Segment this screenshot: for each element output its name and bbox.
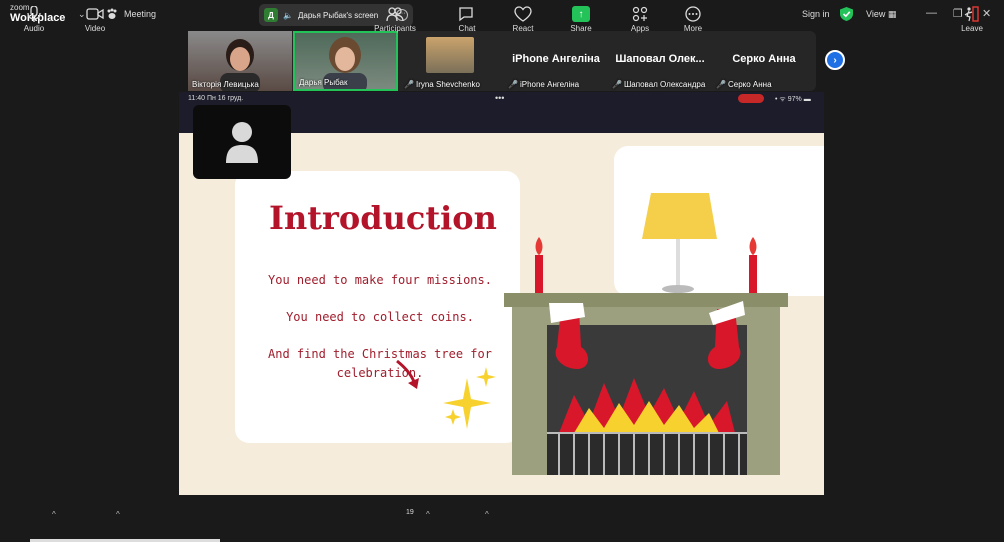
chevron-right-icon: ›: [833, 54, 837, 66]
more-icon: [685, 6, 701, 22]
participants-count: 19: [406, 509, 414, 516]
speaker-icon: 🔈: [283, 10, 293, 20]
share-button[interactable]: ↑ Share: [568, 6, 594, 33]
participant-name: Вікторія Левицька: [192, 80, 259, 89]
microphone-icon: [27, 6, 41, 22]
fireplace-illustration: [396, 193, 788, 475]
participant-tile-active[interactable]: Дарья Рыбак: [293, 31, 398, 91]
view-button[interactable]: View ▦: [866, 9, 896, 20]
heart-icon: [514, 6, 532, 22]
participant-name: 🎤 Шаповал Олександра: [612, 80, 706, 89]
participant-tile[interactable]: Вікторія Левицька: [188, 31, 292, 91]
apps-button[interactable]: Apps: [627, 6, 653, 33]
minimize-icon[interactable]: —: [926, 7, 937, 19]
presenter-initial: Д: [264, 8, 278, 22]
mic-muted-icon: 🎤: [612, 80, 622, 89]
chat-options-chevron-icon[interactable]: ^: [485, 510, 489, 519]
video-camera-icon: [86, 8, 104, 20]
video-button[interactable]: Video: [80, 6, 110, 33]
leave-label: Leave: [961, 24, 983, 33]
profile-photo: [426, 37, 474, 73]
sign-in-link[interactable]: Sign in: [802, 9, 830, 19]
grid-icon: ▦: [887, 9, 897, 19]
participant-tile[interactable]: Серко Анна 🎤 Серко Анна: [712, 31, 816, 91]
view-label: View: [866, 9, 886, 19]
more-label: More: [683, 24, 703, 33]
participant-name: 🎤 Серко Анна: [716, 80, 772, 89]
share-label: Share: [570, 24, 592, 33]
ios-time: 11:40 Пн 16 груд.: [188, 95, 244, 102]
chat-label: Chat: [458, 24, 476, 33]
participant-name: 🎤 iPhone Ангеліна: [508, 80, 580, 89]
react-label: React: [512, 24, 534, 33]
shield-icon[interactable]: [840, 7, 853, 21]
share-label: Дарья Рыбак's screen: [297, 10, 379, 20]
participant-name: 🎤 Iryna Shevchenko: [404, 80, 481, 89]
more-dots-icon: •••: [495, 93, 505, 103]
ios-status-bar: 11:40 Пн 16 груд. ••• • ᯤ 97% ▬: [179, 92, 824, 105]
chat-button[interactable]: Chat: [454, 6, 480, 33]
participant-name: Дарья Рыбак: [299, 78, 348, 87]
participants-options-chevron-icon[interactable]: ^: [426, 510, 430, 519]
participant-display-name: iPhone Ангеліна: [512, 53, 600, 65]
participant-display-name: Шаповал Олек...: [615, 53, 705, 65]
participant-tile[interactable]: 🎤 Iryna Shevchenko: [400, 31, 504, 91]
title-bar: zoom Workplace ⌄ Meeting Д 🔈 Дарья Рыбак…: [0, 0, 1004, 30]
apps-label: Apps: [630, 24, 650, 33]
meeting-label: Meeting: [124, 9, 157, 19]
mic-muted-icon: 🎤: [404, 80, 414, 89]
chat-icon: [459, 7, 473, 22]
participant-strip: Вікторія Левицька Дарья Рыбак 🎤 Iryna She…: [188, 31, 816, 91]
participant-tile[interactable]: iPhone Ангеліна 🎤 iPhone Ангеліна: [504, 31, 608, 91]
meeting-toolbar: [0, 500, 1004, 542]
record-icon: [738, 94, 764, 103]
participants-label: Participants: [374, 24, 416, 33]
react-button[interactable]: React: [510, 6, 536, 33]
participant-tile[interactable]: Шаповал Олек... 🎤 Шаповал Олександра: [608, 31, 712, 91]
participants-button[interactable]: Participants: [370, 6, 420, 33]
mic-muted-icon: 🎤: [508, 80, 518, 89]
battery-status: • ᯤ 97% ▬: [775, 96, 811, 103]
share-screen-icon: ↑: [572, 6, 590, 22]
user-avatar-icon: [226, 122, 258, 163]
leave-button[interactable]: Leave: [958, 6, 986, 33]
video-label: Video: [84, 24, 106, 33]
participants-icon: [386, 7, 404, 22]
participant-display-name: Серко Анна: [732, 53, 796, 65]
next-page-button[interactable]: ›: [825, 50, 845, 70]
more-button[interactable]: More: [680, 6, 706, 33]
self-video-tile[interactable]: [193, 105, 291, 179]
audio-button[interactable]: Audio: [20, 6, 48, 33]
meeting-info[interactable]: Meeting: [106, 8, 156, 20]
leave-icon: [964, 6, 979, 22]
audio-options-chevron-icon[interactable]: ^: [52, 510, 56, 519]
apps-icon: [632, 6, 648, 22]
video-options-chevron-icon[interactable]: ^: [116, 510, 120, 519]
mic-muted-icon: 🎤: [716, 80, 726, 89]
presentation-slide: Introduction You need to make four missi…: [179, 133, 824, 495]
audio-label: Audio: [23, 24, 45, 33]
